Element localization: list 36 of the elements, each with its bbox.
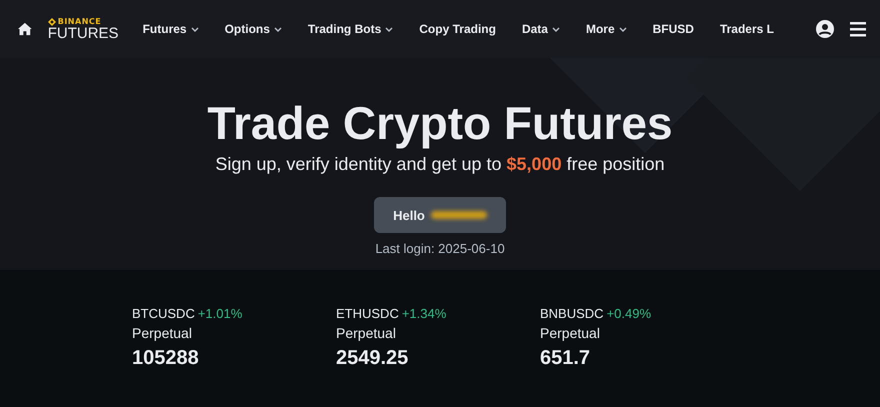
chevron-down-icon bbox=[274, 26, 282, 32]
nav-link[interactable]: More bbox=[586, 22, 627, 36]
ticker-price: 2549.25 bbox=[336, 347, 410, 370]
ticker-price: 105288 bbox=[132, 347, 200, 370]
ticker-symbol[interactable]: BNBUSDC bbox=[540, 306, 604, 321]
nav-link[interactable]: Futures bbox=[142, 22, 199, 36]
ticker-symbol[interactable]: ETHUSDC bbox=[336, 306, 399, 321]
nav-link[interactable]: Data bbox=[522, 22, 560, 36]
hero-subtitle: Sign up, verify identity and get up to $5,000 free position bbox=[215, 154, 665, 175]
greeting-button[interactable]: Hello bbox=[374, 197, 506, 233]
price-change: +1.01% bbox=[198, 306, 242, 321]
price-change: +0.49% bbox=[606, 306, 652, 321]
chevron-down-icon bbox=[618, 26, 627, 32]
price-change: +1.34% bbox=[402, 306, 446, 321]
logo-wordmark[interactable]: BINANCE bbox=[48, 18, 119, 26]
logo-subtitle[interactable]: FUTURES bbox=[48, 26, 119, 40]
diamond-logo-icon bbox=[48, 18, 56, 26]
last-login-text: Last login: 2025-06-10 bbox=[375, 241, 505, 256]
user-account-icon[interactable] bbox=[816, 20, 834, 38]
chevron-down-icon bbox=[190, 26, 199, 32]
contract-type: Perpetual bbox=[336, 325, 397, 341]
ticker-price: 651.7 bbox=[540, 347, 592, 370]
nav-link[interactable]: Trading Bots bbox=[308, 22, 394, 36]
contract-type: Perpetual bbox=[132, 325, 193, 341]
nav-link[interactable]: Traders L bbox=[720, 22, 774, 36]
ticker-symbol[interactable]: BTCUSDC bbox=[132, 306, 195, 321]
contract-type: Perpetual bbox=[540, 325, 601, 341]
chevron-down-icon bbox=[385, 26, 394, 32]
blurred-name-icon bbox=[430, 211, 487, 219]
nav-link[interactable]: Options bbox=[224, 22, 282, 36]
hero-title: Trade Crypto Futures bbox=[207, 96, 673, 150]
nav-link[interactable]: BFUSD bbox=[652, 22, 694, 36]
home-icon[interactable] bbox=[18, 21, 32, 37]
nav-link[interactable]: Copy Trading bbox=[419, 22, 496, 36]
chevron-down-icon bbox=[552, 26, 560, 32]
menu-icon[interactable] bbox=[850, 22, 866, 36]
